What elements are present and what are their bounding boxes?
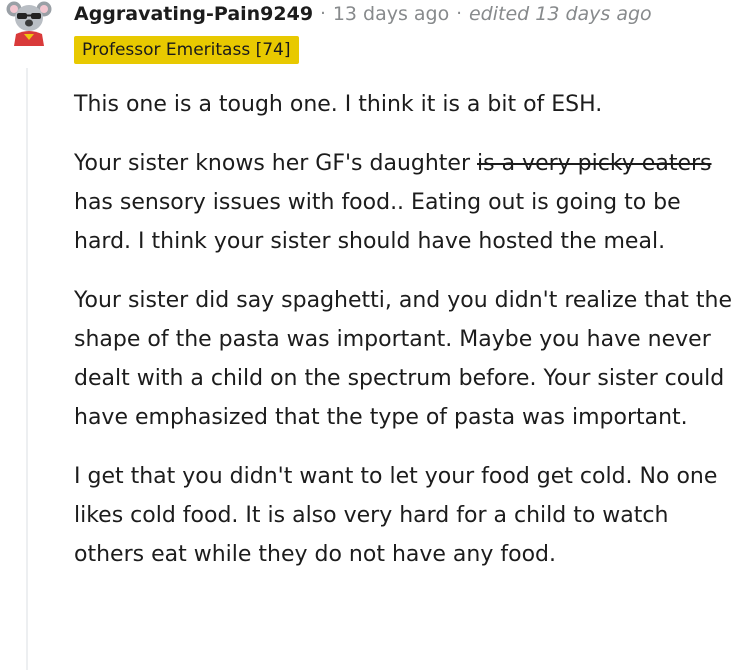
separator-dot: · [320, 3, 326, 24]
comment-header: Aggravating-Pain9249 · 13 days ago · edi… [74, 0, 652, 28]
user-flair: Professor Emeritass [74] [74, 36, 299, 64]
comment-paragraph: This one is a tough one. I think it is a… [74, 92, 603, 117]
avatar[interactable] [6, 0, 52, 46]
comment-paragraph: Your sister knows her GF's daughter is a… [74, 144, 738, 261]
comment-body: This one is a tough one. I think it is a… [74, 85, 738, 594]
strikethrough-text: is a very picky eaters [477, 151, 712, 176]
thread-line[interactable] [26, 68, 28, 670]
paragraph-text: has sensory issues with food.. Eating ou… [74, 190, 681, 254]
timestamp[interactable]: 13 days ago [333, 2, 449, 26]
edited-timestamp: edited 13 days ago [468, 3, 652, 25]
comment-paragraph: I get that you didn't want to let your f… [74, 464, 718, 567]
username-link[interactable]: Aggravating-Pain9249 [74, 2, 313, 26]
separator-dot: · [456, 3, 462, 24]
comment-paragraph: Your sister did say spaghetti, and you d… [74, 288, 732, 430]
paragraph-text: Your sister knows her GF's daughter [74, 151, 478, 176]
koala-avatar-icon [6, 1, 52, 46]
